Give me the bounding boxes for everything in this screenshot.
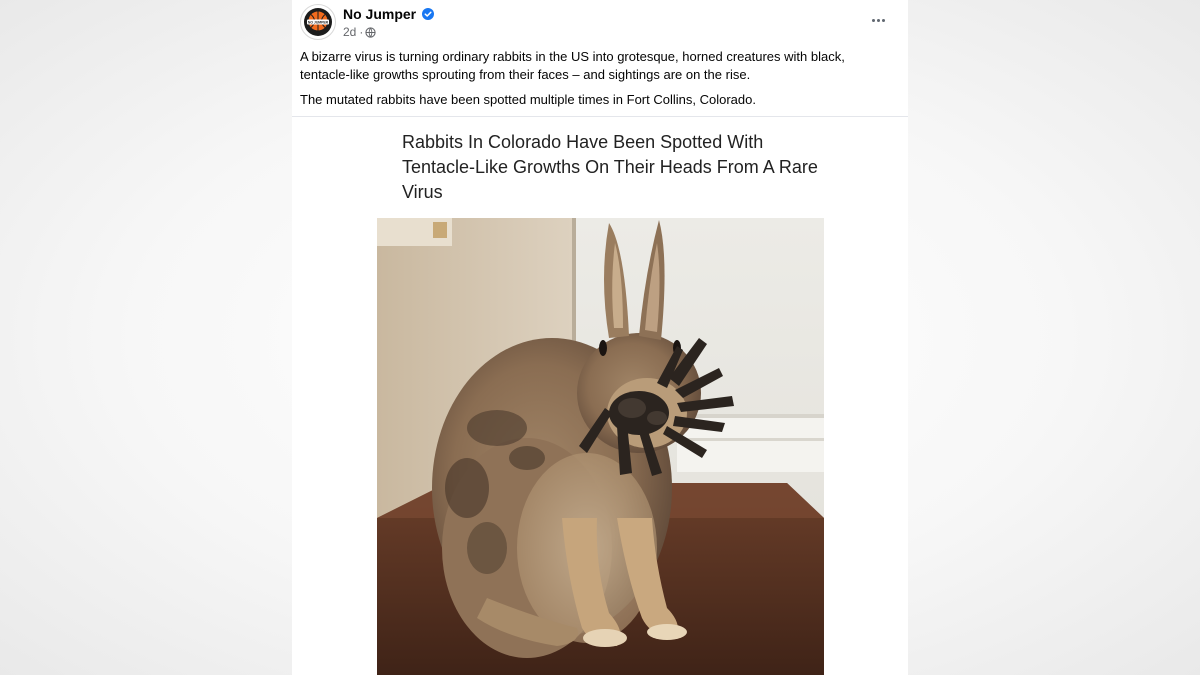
more-options-button[interactable] [864,10,892,30]
rabbit-photo[interactable] [377,218,824,675]
verified-badge-icon [422,8,434,20]
post-meta: 2d · [343,25,376,39]
author-name[interactable]: No Jumper [343,6,416,22]
more-options-icon [871,18,875,22]
post-body-text: A bizarre virus is turning ordinary rabb… [300,48,880,109]
logo-text: NO JUMPER [308,20,329,24]
post-timestamp[interactable]: 2d [343,25,356,39]
meta-separator: · [359,25,364,39]
post-paragraph-2: The mutated rabbits have been spotted mu… [300,92,756,107]
facebook-post: NO JUMPER No Jumper 2d · A bizarre virus… [292,0,908,675]
post-header: NO JUMPER No Jumper 2d · [300,4,900,44]
no-jumper-logo: NO JUMPER [304,8,332,36]
globe-icon[interactable] [365,26,376,38]
profile-avatar[interactable]: NO JUMPER [300,4,336,40]
post-paragraph-1: A bizarre virus is turning ordinary rabb… [300,49,845,82]
content-divider [292,116,908,117]
card-headline: Rabbits In Colorado Have Been Spotted Wi… [402,132,818,202]
